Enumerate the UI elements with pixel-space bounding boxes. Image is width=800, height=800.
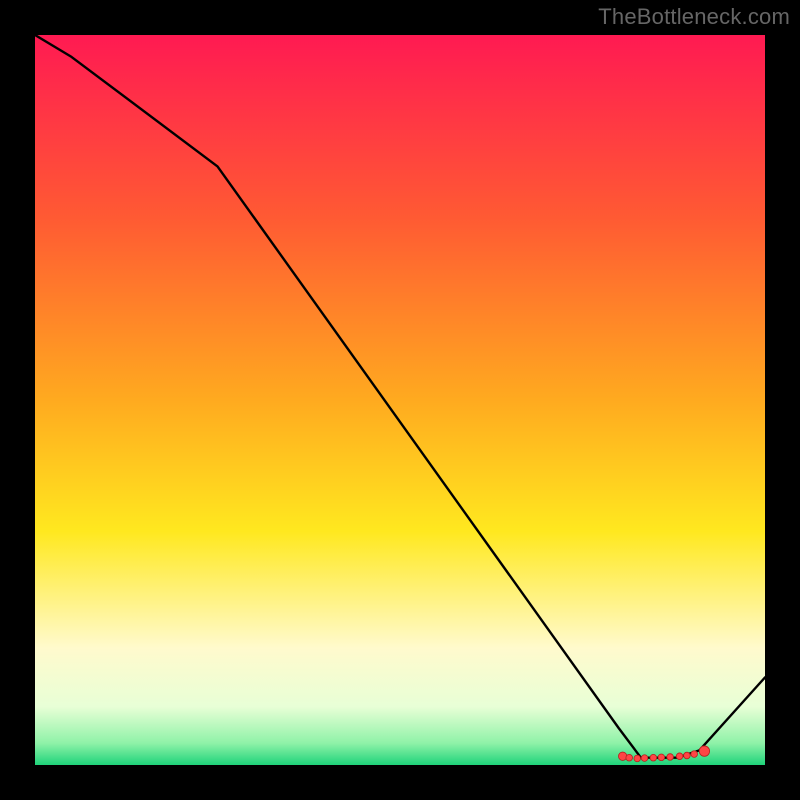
marker-dot [650, 754, 657, 761]
marker-dot [699, 746, 709, 756]
marker-dot [676, 753, 683, 760]
chart-plot-area [35, 35, 765, 765]
marker-dot [658, 754, 665, 761]
watermark-text: TheBottleneck.com [598, 4, 790, 30]
marker-dot [634, 755, 641, 762]
marker-dot [691, 751, 698, 758]
marker-dot [684, 752, 691, 759]
marker-dot [618, 752, 626, 760]
chart-svg [35, 35, 765, 765]
marker-dot [641, 755, 648, 762]
marker-dot [626, 754, 633, 761]
chart-frame: TheBottleneck.com [0, 0, 800, 800]
marker-dot [667, 754, 674, 761]
gradient-background [35, 35, 765, 765]
